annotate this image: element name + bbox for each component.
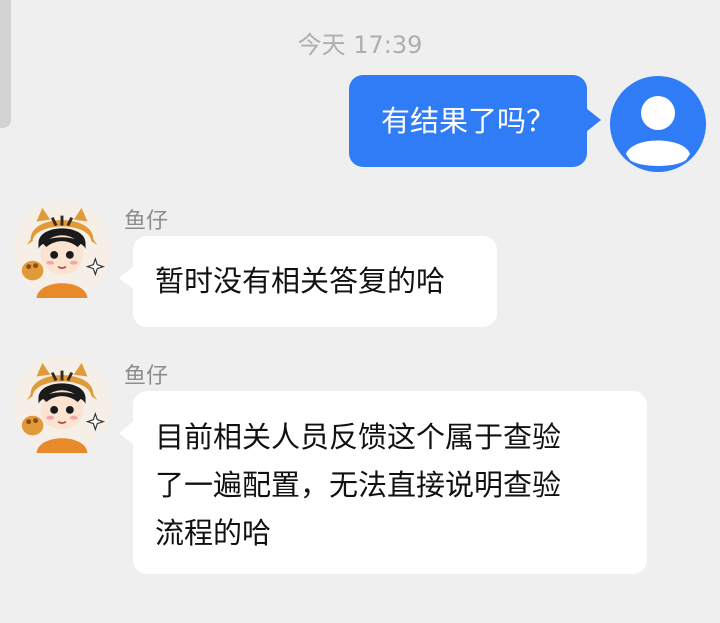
sender-name: 鱼仔 [124,209,169,234]
sender-name: 鱼仔 [124,364,169,389]
contact-avatar[interactable] [13,355,111,453]
incoming-message-line: 流程的哈 [155,516,272,550]
incoming-message-line: 目前相关人员反馈这个属于查验 [155,420,562,454]
contact-avatar[interactable] [13,200,111,298]
incoming-message-bubble[interactable]: 目前相关人员反馈这个属于查验 了一遍配置，无法直接说明查验 流程的哈 [119,391,647,574]
incoming-message-line: 了一遍配置，无法直接说明查验 [155,468,562,502]
incoming-message-bubble[interactable]: 暂时没有相关答复的哈 [119,236,497,327]
outgoing-message-text: 有结果了吗？ [380,104,555,138]
incoming-message-text: 暂时没有相关答复的哈 [155,264,446,298]
timestamp: 今天 17:39 [297,31,423,59]
outgoing-message-bubble[interactable]: 有结果了吗？ [349,75,601,167]
user-avatar-icon[interactable] [610,76,706,172]
scrollbar[interactable] [0,0,11,128]
